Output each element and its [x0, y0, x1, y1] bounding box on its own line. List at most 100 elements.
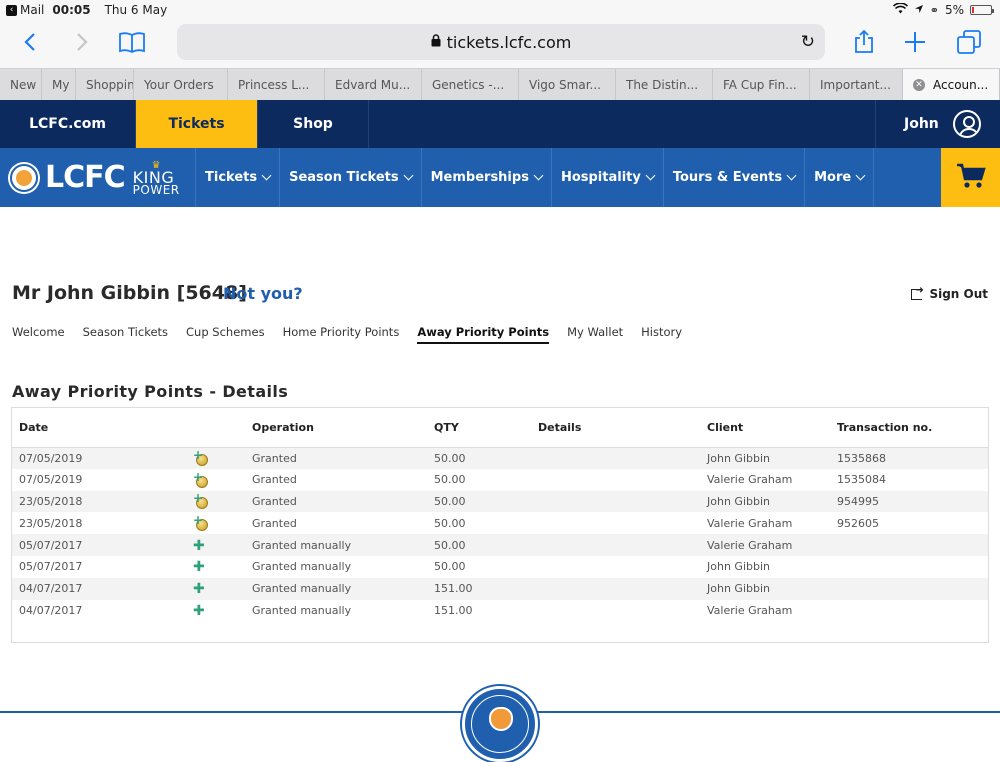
browser-tab[interactable]: Shoppin	[76, 69, 134, 100]
cell-operation: Granted manually	[252, 560, 352, 574]
cell-date: 07/05/2019	[19, 473, 83, 487]
cell-client: Valerie Graham	[700, 534, 830, 556]
tab-label: Edvard Mu...	[335, 77, 411, 92]
topnav-lcfc-link[interactable]: LCFC.com	[0, 100, 136, 148]
cell-client: John Gibbin	[700, 490, 830, 513]
topnav-label: Shop	[293, 116, 333, 132]
plus-icon: ✚	[193, 559, 205, 576]
account-title: Mr John Gibbin [5648]	[12, 282, 247, 304]
sign-out-button[interactable]: Sign Out	[911, 285, 988, 301]
tab-season-tickets[interactable]: Season Tickets	[83, 325, 168, 344]
points-table: Date Operation QTY Details Client Transa…	[11, 407, 989, 643]
browser-tab[interactable]: FA Cup Fin...	[713, 69, 810, 100]
nav-more[interactable]: More	[805, 148, 875, 207]
tabs-overview-icon[interactable]	[954, 27, 984, 57]
nav-hospitality[interactable]: Hospitality	[552, 148, 664, 207]
tab-label: Your Orders	[144, 77, 214, 92]
cell-client: Valerie Graham	[707, 516, 793, 530]
cell-details	[531, 600, 700, 622]
sign-out-icon	[911, 285, 924, 300]
browser-tab[interactable]: Your Orders	[134, 69, 228, 100]
nav-label: Memberships	[430, 170, 529, 185]
chevron-down-icon	[533, 170, 544, 181]
share-icon[interactable]	[849, 27, 879, 57]
table-row: 05/07/2017 ✚ Granted manually 50.00 Valerie …	[12, 534, 988, 556]
table-row: 07/05/2019 + Granted 50.00 John Gibbin 153586…	[12, 447, 988, 469]
cell-client: John Gibbin	[707, 560, 770, 574]
tab-cup-schemes[interactable]: Cup Schemes	[186, 325, 265, 344]
nav-label: Tours & Events	[672, 170, 783, 185]
sponsor-line1: KING	[132, 167, 175, 187]
table-row: 05/07/2017 ✚ Granted manually 50.00 John Gib…	[12, 556, 988, 578]
cell-date: 05/07/2017	[19, 560, 83, 574]
topnav-shop-link[interactable]: Shop	[258, 100, 369, 148]
account-tabs: Welcome Season Tickets Cup Schemes Home …	[12, 325, 700, 344]
cell-transaction	[830, 600, 988, 622]
cart-icon	[956, 163, 986, 193]
cell-operation: Granted manually	[245, 534, 427, 556]
address-bar[interactable]: tickets.lcfc.com ↻	[177, 24, 825, 60]
column-header	[193, 408, 245, 448]
cell-operation: Granted manually	[252, 603, 352, 617]
nav-season-tickets[interactable]: Season Tickets	[280, 148, 422, 207]
reload-icon[interactable]: ↻	[801, 32, 815, 52]
lock-icon	[431, 33, 441, 51]
user-menu[interactable]: John	[875, 100, 1000, 148]
cell-client: Valerie Graham	[707, 473, 793, 487]
cell-transaction	[830, 577, 988, 600]
cell-transaction: 1535084	[837, 473, 886, 487]
browser-tab[interactable]: The Distin...	[616, 69, 713, 100]
tab-history[interactable]: History	[641, 325, 682, 344]
browser-tab[interactable]: My	[42, 69, 76, 100]
wifi-icon	[892, 2, 908, 17]
cell-transaction: 1535868	[830, 447, 988, 469]
forward-icon[interactable]	[67, 27, 97, 57]
cell-client: John Gibbin	[700, 447, 830, 469]
nav-label: Season Tickets	[289, 170, 399, 185]
tab-label: Genetics -...	[432, 77, 505, 92]
table-row: 04/07/2017 ✚ Granted manually 151.00 Valerie…	[12, 600, 988, 622]
operation-icon-cell: ✚	[193, 556, 245, 578]
browser-tab[interactable]: Vigo Smar...	[519, 69, 616, 100]
coin-plus-icon: +	[193, 471, 210, 488]
nav-tickets[interactable]: Tickets	[196, 148, 281, 207]
cell-date: 07/05/2019	[12, 447, 193, 469]
close-tab-icon[interactable]: ✕	[913, 78, 925, 91]
browser-tab[interactable]: New	[0, 69, 42, 100]
operation-icon-cell: +	[193, 490, 245, 513]
browser-tab[interactable]: Princess L...	[228, 69, 325, 100]
browser-tab[interactable]: Important...	[810, 69, 903, 100]
club-badge-logo	[462, 686, 538, 762]
cell-date: 04/07/2017	[19, 603, 83, 617]
new-tab-icon[interactable]	[900, 27, 930, 57]
tab-away-priority-points[interactable]: Away Priority Points	[417, 325, 550, 344]
club-crest-icon	[10, 163, 38, 192]
cell-qty: 50.00	[434, 560, 466, 574]
topnav-label: LCFC.com	[29, 116, 106, 132]
browser-tab-active[interactable]: ✕ Accoun...	[903, 69, 1000, 100]
tab-welcome[interactable]: Welcome	[12, 325, 65, 344]
browser-tab[interactable]: Edvard Mu...	[325, 69, 422, 100]
back-to-app[interactable]: ‹ Mail	[6, 3, 44, 17]
back-icon[interactable]	[15, 27, 45, 57]
tab-home-priority-points[interactable]: Home Priority Points	[283, 325, 400, 344]
not-you-link[interactable]: Not you?	[223, 284, 303, 303]
bookmarks-icon[interactable]	[117, 27, 147, 57]
nav-memberships[interactable]: Memberships	[422, 148, 552, 207]
plus-icon: ✚	[193, 537, 205, 554]
chevron-down-icon	[645, 170, 656, 181]
chevron-down-icon	[403, 170, 414, 181]
browser-tab[interactable]: Genetics -...	[422, 69, 519, 100]
cell-operation: Granted	[245, 447, 427, 469]
sponsor-line2: POWER	[132, 182, 180, 197]
cell-qty: 50.00	[427, 490, 531, 513]
cell-operation: Granted	[252, 473, 297, 487]
chevron-down-icon	[855, 170, 866, 181]
cart-button[interactable]	[941, 148, 1000, 207]
tab-my-wallet[interactable]: My Wallet	[567, 325, 623, 344]
coin-plus-icon: +	[193, 449, 210, 467]
topnav-tickets-link[interactable]: Tickets	[136, 100, 258, 148]
status-date: Thu 6 May	[104, 3, 168, 17]
nav-tours-events[interactable]: Tours & Events	[664, 148, 806, 207]
site-logo[interactable]: LCFC ♛ KING POWER	[0, 148, 196, 207]
